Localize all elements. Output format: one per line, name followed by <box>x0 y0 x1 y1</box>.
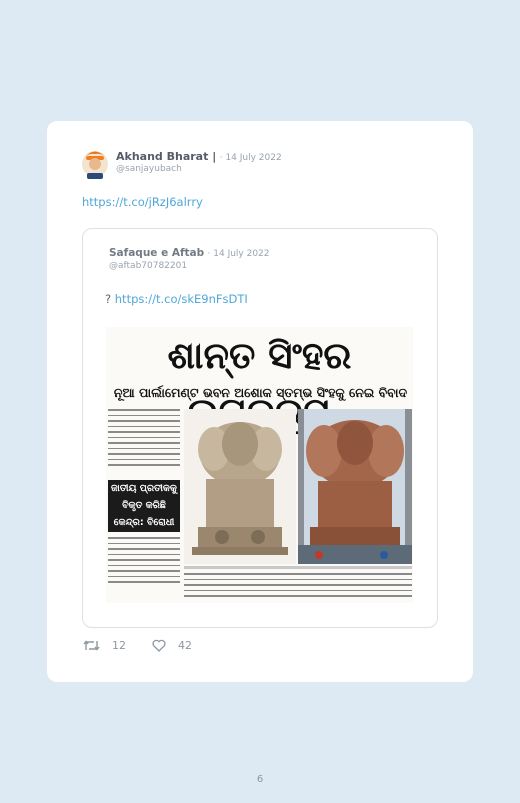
clipping-text-column <box>108 409 180 473</box>
avatar[interactable] <box>81 147 109 179</box>
quoted-author-line: Safaque e Aftab · 14 July 2022 <box>109 247 270 259</box>
tweet-stats: 12 42 <box>83 639 218 652</box>
quoted-text: ? https://t.co/skE9nFsDTI <box>105 292 248 306</box>
author-line: Akhand Bharat | · 14 July 2022 <box>116 150 282 163</box>
clipping-bottom-columns <box>184 573 412 603</box>
like-count: 42 <box>178 639 192 652</box>
tweet-card: Akhand Bharat | · 14 July 2022 @sanjayub… <box>47 121 473 682</box>
lion-capital-photos <box>184 409 412 564</box>
quoted-handle: @aftab70782201 <box>109 261 188 271</box>
clipping-subhead: ନୂଆ ପାର୍ଲାମେଣ୍ଟ ଭବନ ଅଶୋକ ସ୍ତମ୍ଭ ସିଂହକୁ ନ… <box>113 385 408 400</box>
author-name[interactable]: Akhand Bharat | <box>116 150 216 163</box>
boxout-line: କେନ୍ଦ୍ର: ବିରୋଧୀ <box>113 517 175 528</box>
boxout-line: ଜାତୀୟ ପ୍ରତୀକକୁ <box>111 483 177 494</box>
boxout-line: ବିକୃତ କରିଛି <box>122 500 166 511</box>
clipping-text-column-lower <box>108 537 180 589</box>
clipping-boxout: ଜାତୀୟ ପ୍ରତୀକକୁ ବିକୃତ କରିଛି କେନ୍ଦ୍ର: ବିରୋ… <box>108 480 180 532</box>
retweet-stat[interactable]: 12 <box>83 639 126 652</box>
quoted-link[interactable]: https://t.co/skE9nFsDTI <box>115 292 248 306</box>
heart-icon[interactable] <box>152 639 166 652</box>
newspaper-clipping[interactable]: ଶାନ୍ତ ସିଂହର ଉଗ୍ରରୂପ ନୂଆ ପାର୍ଲାମେଣ୍ଟ ଭବନ … <box>106 327 413 603</box>
like-stat[interactable]: 42 <box>152 639 192 652</box>
quoted-date: 14 July 2022 <box>213 249 270 259</box>
photo-caption <box>184 566 412 569</box>
quoted-author-name[interactable]: Safaque e Aftab <box>109 247 204 259</box>
retweet-count: 12 <box>112 639 126 652</box>
tweet-date[interactable]: 14 July 2022 <box>225 153 281 163</box>
quoted-text-prefix: ? <box>105 292 112 306</box>
retweet-icon[interactable] <box>83 639 100 652</box>
quoted-tweet[interactable]: Safaque e Aftab · 14 July 2022 @aftab707… <box>82 228 438 628</box>
lion-statue-left-image <box>192 422 288 555</box>
tweet-link[interactable]: https://t.co/jRzJ6alrry <box>82 195 203 209</box>
page-number: 6 <box>256 774 264 785</box>
author-handle[interactable]: @sanjayubach <box>116 164 182 174</box>
